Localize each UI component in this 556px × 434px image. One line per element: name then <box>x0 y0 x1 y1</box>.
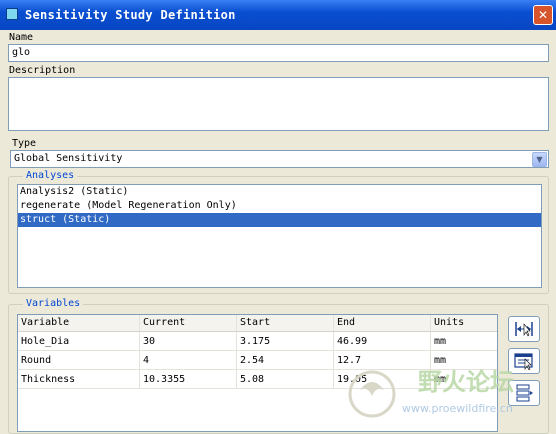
cell-current: 30 <box>140 332 237 351</box>
column-header[interactable]: Variable <box>18 315 140 331</box>
column-header[interactable]: Units <box>431 315 497 331</box>
list-item[interactable]: regenerate (Model Regeneration Only) <box>18 199 541 213</box>
options-icon <box>516 384 533 402</box>
cell-end[interactable]: 19.05 <box>334 370 431 389</box>
cell-current: 4 <box>140 351 237 370</box>
table-row[interactable]: Round 4 2.54 12.7 mm <box>18 351 497 370</box>
cell-start[interactable]: 2.54 <box>237 351 334 370</box>
list-item-selected[interactable]: struct (Static) <box>18 213 541 227</box>
type-label: Type <box>12 138 37 149</box>
column-header[interactable]: End <box>334 315 431 331</box>
window-icon <box>6 8 18 20</box>
chevron-down-icon[interactable]: ▼ <box>532 152 547 167</box>
window-title: Sensitivity Study Definition <box>25 8 236 22</box>
table-row[interactable]: Thickness 10.3355 5.08 19.05 mm <box>18 370 497 389</box>
type-select[interactable]: Global Sensitivity ▼ <box>10 150 549 168</box>
cell-current: 10.3355 <box>140 370 237 389</box>
type-select-value: Global Sensitivity <box>14 153 123 164</box>
cell-units: mm <box>431 332 497 351</box>
table-header: Variable Current Start End Units <box>18 315 497 332</box>
title-bar[interactable]: Sensitivity Study Definition ✕ <box>0 0 556 30</box>
description-label: Description <box>9 65 76 76</box>
select-parameter-button[interactable] <box>508 348 540 374</box>
variables-legend: Variables <box>23 298 84 309</box>
analyses-legend: Analyses <box>23 170 78 181</box>
name-label: Name <box>9 32 34 43</box>
name-field[interactable]: glo <box>8 44 549 62</box>
cell-start[interactable]: 3.175 <box>237 332 334 351</box>
select-dimension-icon <box>515 322 533 337</box>
cell-units: mm <box>431 351 497 370</box>
cell-variable: Thickness <box>18 370 140 389</box>
analyses-list[interactable]: Analysis2 (Static) regenerate (Model Reg… <box>17 184 542 288</box>
options-button[interactable] <box>508 380 540 406</box>
cell-end[interactable]: 46.99 <box>334 332 431 351</box>
cell-variable: Hole_Dia <box>18 332 140 351</box>
column-header[interactable]: Current <box>140 315 237 331</box>
variables-table[interactable]: Variable Current Start End Units Hole_Di… <box>17 314 498 432</box>
column-header[interactable]: Start <box>237 315 334 331</box>
description-field[interactable] <box>8 77 549 131</box>
cell-units: mm <box>431 370 497 389</box>
select-parameter-icon <box>514 353 533 370</box>
select-dimension-button[interactable] <box>508 316 540 342</box>
cell-variable: Round <box>18 351 140 370</box>
cell-start[interactable]: 5.08 <box>237 370 334 389</box>
table-row[interactable]: Hole_Dia 30 3.175 46.99 mm <box>18 332 497 351</box>
list-item[interactable]: Analysis2 (Static) <box>18 185 541 199</box>
cell-end[interactable]: 12.7 <box>334 351 431 370</box>
close-button[interactable]: ✕ <box>533 5 553 25</box>
